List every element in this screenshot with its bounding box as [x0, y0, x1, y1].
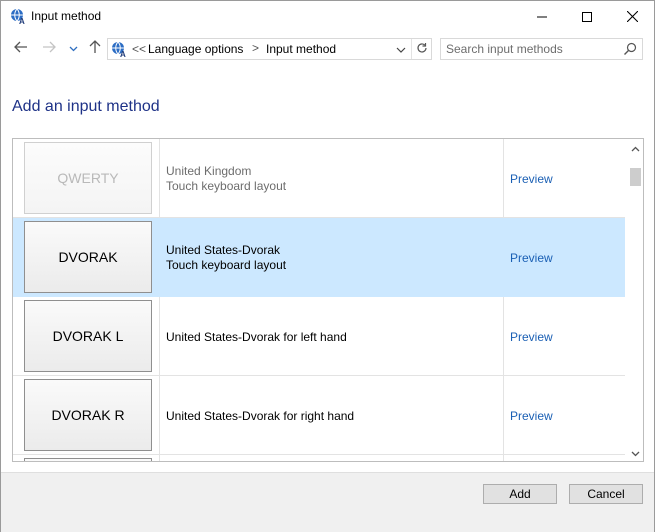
- layout-name: United Kingdom: [166, 164, 252, 178]
- vertical-scrollbar[interactable]: [626, 139, 643, 461]
- add-button[interactable]: Add: [483, 484, 557, 504]
- column-divider: [159, 218, 160, 296]
- column-divider: [503, 139, 504, 217]
- column-divider: [503, 376, 504, 454]
- column-divider: [159, 139, 160, 217]
- layout-type: Touch keyboard layout: [166, 258, 287, 272]
- search-icon[interactable]: [623, 42, 637, 56]
- list-item[interactable]: QWERTY United Kingdom Touch keyboard lay…: [13, 139, 625, 218]
- input-method-list[interactable]: QWERTY United Kingdom Touch keyboard lay…: [12, 138, 644, 462]
- list-item[interactable]: DVORAK R United States-Dvorak for right …: [13, 376, 625, 455]
- forward-button[interactable]: [40, 39, 58, 57]
- layout-name: United States-Dvorak: [166, 243, 281, 257]
- scroll-down-button[interactable]: [627, 444, 643, 461]
- column-divider: [159, 376, 160, 454]
- search-box[interactable]: [440, 38, 643, 60]
- page-title: Add an input method: [12, 98, 160, 115]
- preview-link[interactable]: Preview: [510, 330, 553, 344]
- arrow-up-icon: [89, 39, 101, 57]
- list-item[interactable]: DVORAK L United States-Dvorak for left h…: [13, 297, 625, 376]
- minimize-button[interactable]: [519, 1, 565, 32]
- chevron-down-icon: [69, 41, 78, 55]
- column-divider: [503, 218, 504, 296]
- keyboard-layout-thumbnail: DVORAK R: [24, 379, 152, 451]
- list-item-partial[interactable]: [13, 455, 625, 461]
- layout-name: United States-Dvorak for left hand: [166, 330, 347, 344]
- column-divider: [503, 297, 504, 375]
- list-item[interactable]: DVORAK United States-Dvorak Touch keyboa…: [13, 218, 625, 297]
- dialog-footer: Add Cancel: [1, 472, 654, 532]
- svg-text:A: A: [120, 50, 126, 58]
- layout-name: United States-Dvorak for right hand: [166, 409, 355, 423]
- back-button[interactable]: [12, 39, 30, 57]
- search-input[interactable]: [446, 41, 616, 57]
- title-bar[interactable]: A Input method: [1, 1, 654, 32]
- svg-text:A: A: [19, 17, 25, 25]
- cancel-button[interactable]: Cancel: [569, 484, 643, 504]
- language-globe-icon: A: [111, 41, 128, 59]
- chevron-down-icon: [396, 42, 406, 56]
- maximize-button[interactable]: [564, 1, 610, 32]
- scroll-thumb[interactable]: [630, 168, 641, 186]
- close-button[interactable]: [609, 1, 655, 32]
- refresh-icon: [416, 42, 428, 57]
- layout-type: Touch keyboard layout: [166, 179, 287, 193]
- breadcrumb-separator[interactable]: >: [252, 41, 259, 55]
- up-button[interactable]: [86, 39, 104, 57]
- breadcrumb-language-options[interactable]: Language options: [148, 42, 243, 56]
- chevron-up-icon: [631, 141, 640, 155]
- arrow-right-icon: [42, 41, 56, 56]
- recent-locations-button[interactable]: [67, 39, 79, 57]
- address-bar[interactable]: A << Language options > Input method: [107, 38, 432, 60]
- keyboard-layout-thumbnail: [24, 458, 152, 461]
- navigation-bar: A << Language options > Input method: [1, 34, 654, 64]
- preview-link[interactable]: Preview: [510, 251, 553, 265]
- preview-link[interactable]: Preview: [510, 409, 553, 423]
- input-method-window: A Input method A << Language options > I…: [0, 0, 655, 532]
- refresh-button[interactable]: [411, 39, 431, 59]
- preview-link[interactable]: Preview: [510, 172, 553, 186]
- address-dropdown-button[interactable]: [392, 39, 410, 59]
- chevron-down-icon: [631, 446, 640, 460]
- language-globe-icon: A: [10, 8, 27, 26]
- arrow-left-icon: [14, 41, 28, 56]
- breadcrumb-overflow[interactable]: <<: [132, 42, 146, 56]
- scroll-up-button[interactable]: [627, 139, 643, 156]
- breadcrumb-input-method[interactable]: Input method: [266, 42, 336, 56]
- column-divider: [503, 455, 504, 461]
- keyboard-layout-thumbnail: QWERTY: [24, 142, 152, 214]
- keyboard-layout-thumbnail: DVORAK L: [24, 300, 152, 372]
- keyboard-layout-thumbnail: DVORAK: [24, 221, 152, 293]
- column-divider: [159, 455, 160, 461]
- column-divider: [159, 297, 160, 375]
- window-title: Input method: [31, 9, 102, 23]
